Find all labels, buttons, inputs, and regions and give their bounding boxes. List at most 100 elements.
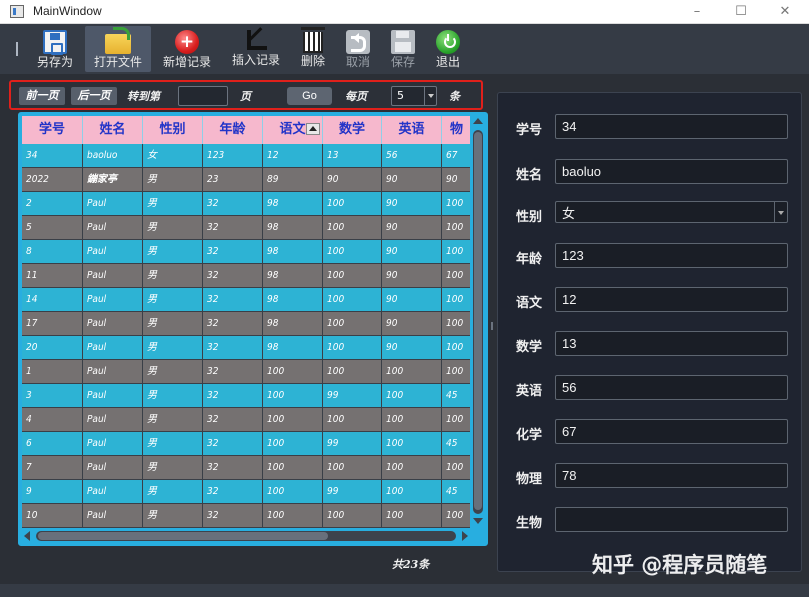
page-number-input[interactable] xyxy=(178,86,228,106)
table-cell[interactable]: 56 xyxy=(382,144,442,168)
table-row[interactable]: 2 Paul 男 32 98 100 90 100 xyxy=(22,192,472,216)
table-cell[interactable]: 4 xyxy=(22,408,83,432)
table-cell[interactable]: 100 xyxy=(442,408,472,432)
table-cell[interactable]: 45 xyxy=(442,384,472,408)
table-cell[interactable]: 100 xyxy=(263,504,323,528)
table-cell[interactable]: 8 xyxy=(22,240,83,264)
table-cell[interactable]: 99 xyxy=(323,432,382,456)
table-row[interactable]: 6 Paul 男 32 100 99 100 45 xyxy=(22,432,472,456)
table-row[interactable]: 1 Paul 男 32 100 100 100 100 xyxy=(22,360,472,384)
table-cell[interactable]: 100 xyxy=(323,336,382,360)
table-cell[interactable]: 男 xyxy=(143,240,203,264)
table-cell[interactable]: Paul xyxy=(83,312,143,336)
column-header[interactable]: 年龄 xyxy=(203,116,263,144)
table-cell[interactable]: 99 xyxy=(323,480,382,504)
table-row[interactable]: 9 Paul 男 32 100 99 100 45 xyxy=(22,480,472,504)
table-cell[interactable]: 98 xyxy=(263,192,323,216)
table-cell[interactable]: Paul xyxy=(83,384,143,408)
table-cell[interactable]: 100 xyxy=(323,288,382,312)
table-cell[interactable]: 23 xyxy=(203,168,263,192)
table-cell[interactable]: 32 xyxy=(203,240,263,264)
vertical-scrollbar[interactable] xyxy=(470,116,486,528)
table-cell[interactable]: 男 xyxy=(143,408,203,432)
table-cell[interactable]: 98 xyxy=(263,264,323,288)
table-cell[interactable]: 男 xyxy=(143,504,203,528)
scroll-thumb[interactable] xyxy=(474,132,482,510)
chevron-down-icon[interactable] xyxy=(774,202,787,222)
next-page-button[interactable]: 后一页 xyxy=(71,87,117,105)
go-button[interactable]: Go xyxy=(287,87,332,105)
table-cell[interactable]: 男 xyxy=(143,480,203,504)
table-cell[interactable]: 10 xyxy=(22,504,83,528)
table-cell[interactable]: 1 xyxy=(22,360,83,384)
cancel-button[interactable]: 取消 xyxy=(341,26,375,72)
gender-select[interactable]: 女 xyxy=(555,201,788,223)
table-cell[interactable]: Paul xyxy=(83,456,143,480)
table-row[interactable]: 34 baoluo 女 123 12 13 56 67 xyxy=(22,144,472,168)
table-cell[interactable]: 3 xyxy=(22,384,83,408)
scroll-down-icon[interactable] xyxy=(473,518,483,524)
table-row[interactable]: 8 Paul 男 32 98 100 90 100 xyxy=(22,240,472,264)
table-cell[interactable]: 12 xyxy=(263,144,323,168)
table-cell[interactable]: 9 xyxy=(22,480,83,504)
table-cell[interactable]: 45 xyxy=(442,480,472,504)
table-cell[interactable]: 男 xyxy=(143,288,203,312)
table-cell[interactable]: 男 xyxy=(143,312,203,336)
table-cell[interactable]: 32 xyxy=(203,312,263,336)
minimize-button[interactable]: – xyxy=(682,2,712,22)
add-record-button[interactable]: 新增记录 xyxy=(158,26,216,72)
table-cell[interactable]: 32 xyxy=(203,456,263,480)
table-cell[interactable]: Paul xyxy=(83,264,143,288)
table-cell[interactable]: Paul xyxy=(83,336,143,360)
table-cell[interactable]: 100 xyxy=(382,384,442,408)
table-cell[interactable]: 32 xyxy=(203,408,263,432)
table-cell[interactable]: 90 xyxy=(442,168,472,192)
field-input[interactable]: 13 xyxy=(555,331,788,356)
table-cell[interactable]: baoluo xyxy=(83,144,143,168)
splitter-handle[interactable] xyxy=(491,322,493,330)
column-header[interactable]: 学号 xyxy=(22,116,83,144)
field-input[interactable]: 123 xyxy=(555,243,788,268)
table-cell[interactable]: 20 xyxy=(22,336,83,360)
table-cell[interactable]: 100 xyxy=(263,384,323,408)
hscroll-thumb[interactable] xyxy=(38,532,328,540)
table-cell[interactable]: Paul xyxy=(83,480,143,504)
per-page-select[interactable]: 5 xyxy=(391,86,437,106)
table-row[interactable]: 17 Paul 男 32 98 100 90 100 xyxy=(22,312,472,336)
table-cell[interactable]: 男 xyxy=(143,360,203,384)
table-cell[interactable]: 100 xyxy=(442,360,472,384)
table-cell[interactable]: 鏰家亭 xyxy=(83,168,143,192)
table-cell[interactable]: 32 xyxy=(203,216,263,240)
table-cell[interactable]: 100 xyxy=(263,360,323,384)
field-input[interactable]: baoluo xyxy=(555,159,788,184)
table-cell[interactable]: 6 xyxy=(22,432,83,456)
table-cell[interactable]: 99 xyxy=(323,384,382,408)
scroll-up-icon[interactable] xyxy=(473,118,483,124)
scroll-left-icon[interactable] xyxy=(24,531,30,541)
table-cell[interactable]: 100 xyxy=(263,408,323,432)
table-cell[interactable]: Paul xyxy=(83,216,143,240)
table-row[interactable]: 11 Paul 男 32 98 100 90 100 xyxy=(22,264,472,288)
table-cell[interactable]: Paul xyxy=(83,240,143,264)
table-cell[interactable]: 100 xyxy=(442,240,472,264)
table-cell[interactable]: Paul xyxy=(83,504,143,528)
table-cell[interactable]: 98 xyxy=(263,216,323,240)
table-cell[interactable]: 100 xyxy=(382,432,442,456)
table-cell[interactable]: 100 xyxy=(382,456,442,480)
table-cell[interactable]: 100 xyxy=(442,312,472,336)
table-cell[interactable]: 45 xyxy=(442,432,472,456)
table-cell[interactable]: 32 xyxy=(203,384,263,408)
table-cell[interactable]: 100 xyxy=(263,480,323,504)
table-cell[interactable]: 13 xyxy=(323,144,382,168)
table-cell[interactable]: 100 xyxy=(323,240,382,264)
column-header[interactable]: 语文 xyxy=(263,116,323,144)
field-input[interactable]: 78 xyxy=(555,463,788,488)
table-cell[interactable]: 100 xyxy=(323,312,382,336)
field-input[interactable]: 12 xyxy=(555,287,788,312)
table-cell[interactable]: 100 xyxy=(323,360,382,384)
table-cell[interactable]: 100 xyxy=(442,264,472,288)
table-cell[interactable]: Paul xyxy=(83,408,143,432)
table-cell[interactable]: 98 xyxy=(263,312,323,336)
table-cell[interactable]: 100 xyxy=(323,456,382,480)
table-cell[interactable]: 67 xyxy=(442,144,472,168)
